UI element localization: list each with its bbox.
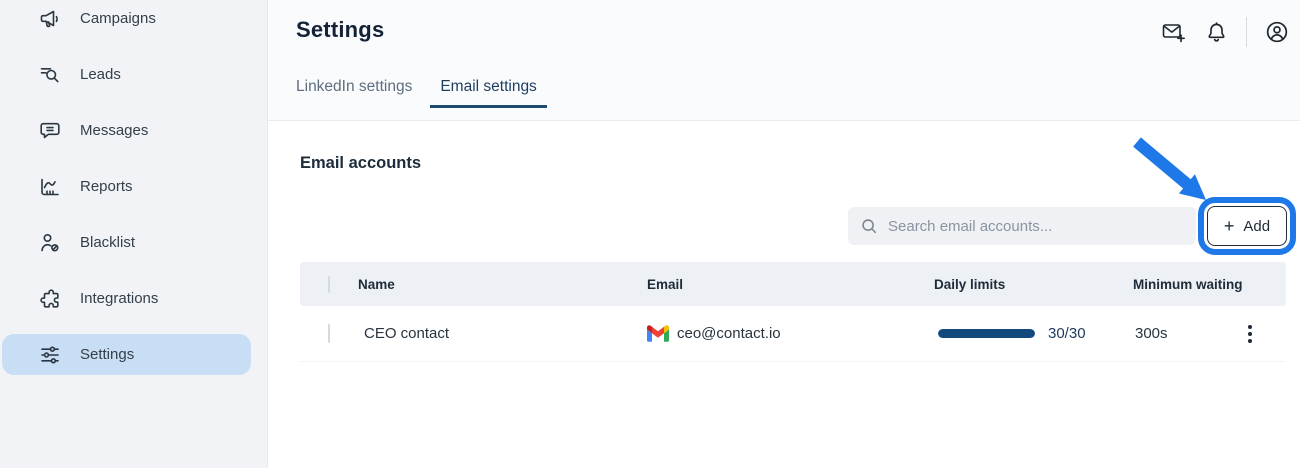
reports-chart-icon [38,175,62,199]
sidebar-item-label: Leads [80,66,121,83]
plus-icon: + [1224,217,1235,235]
notifications-button[interactable] [1204,20,1229,45]
settings-tabs: LinkedIn settings Email settings [296,78,547,108]
daily-limit-value: 30/30 [1048,325,1086,342]
sidebar-item-reports[interactable]: Reports [2,166,251,207]
page-title: Settings [296,17,384,43]
tab-linkedin-settings[interactable]: LinkedIn settings [296,78,412,108]
annotation-arrow-icon [1130,136,1214,206]
account-button[interactable] [1264,19,1290,45]
user-blocked-icon [38,231,62,255]
search-box [848,207,1196,245]
select-all-checkbox[interactable] [328,276,330,293]
sidebar: Campaigns Leads [0,0,268,468]
page-header: Settings [268,0,1300,121]
table-header-row: Name Email Daily limits Minimum waiting [300,262,1286,306]
new-email-icon [1160,19,1187,46]
main-content: Settings [268,0,1300,468]
column-header-daily-limits: Daily limits [934,277,1133,292]
add-button-label: Add [1243,218,1270,235]
search-icon [860,217,878,235]
search-input[interactable] [888,218,1184,235]
column-header-minimum-waiting: Minimum waiting [1133,277,1246,292]
app-root: Campaigns Leads [0,0,1300,468]
kebab-icon [1248,325,1252,329]
sidebar-item-messages[interactable]: Messages [2,110,251,151]
topbar-divider [1246,17,1247,47]
sidebar-item-label: Reports [80,178,133,195]
notification-bell-icon [1204,20,1229,45]
sidebar-item-label: Messages [80,122,148,139]
sidebar-item-leads[interactable]: Leads [2,54,251,95]
row-menu-button[interactable] [1246,325,1252,343]
sidebar-item-label: Integrations [80,290,158,307]
account-email: ceo@contact.io [677,325,781,342]
email-settings-panel: Email accounts + Add [268,121,1300,468]
sidebar-item-blacklist[interactable]: Blacklist [2,222,251,263]
sliders-icon [38,343,62,367]
daily-limits-cell: 30/30 [934,325,1133,342]
account-icon [1264,19,1290,45]
table-row: CEO contact ceo@contact.io [300,306,1286,362]
daily-limit-progress-bar [938,329,1035,338]
topbar-actions [1160,17,1290,47]
megaphone-icon [38,7,62,31]
sidebar-item-campaigns[interactable]: Campaigns [2,0,251,39]
sidebar-item-label: Settings [80,346,134,363]
sidebar-item-label: Blacklist [80,234,135,251]
column-header-name: Name [358,277,647,292]
column-header-email: Email [647,277,934,292]
sidebar-item-integrations[interactable]: Integrations [2,278,251,319]
annotation-highlight-ring: + Add [1198,197,1296,255]
add-button[interactable]: + Add [1207,206,1287,246]
gmail-icon [647,325,669,342]
select-row-checkbox[interactable] [328,324,330,343]
sidebar-item-settings[interactable]: Settings [2,334,251,375]
message-bubble-icon [38,119,62,143]
puzzle-icon [38,287,62,311]
sidebar-item-label: Campaigns [80,10,156,27]
sidebar-nav: Campaigns Leads [0,0,267,375]
account-name: CEO contact [358,325,647,342]
section-title: Email accounts [300,154,421,173]
tab-email-settings[interactable]: Email settings [430,78,546,108]
leads-search-icon [38,63,62,87]
new-email-button[interactable] [1160,19,1187,46]
minimum-waiting-value: 300s [1133,325,1246,342]
email-accounts-table: Name Email Daily limits Minimum waiting … [300,262,1286,362]
